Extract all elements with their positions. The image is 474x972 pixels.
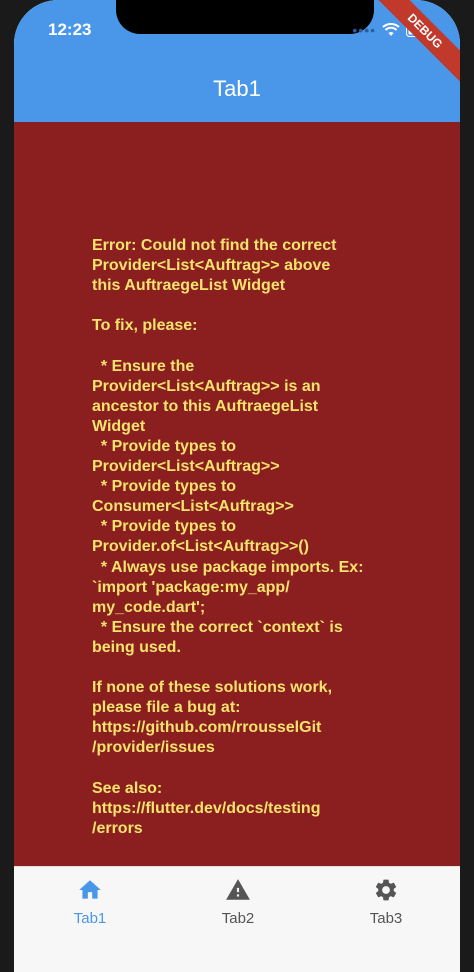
phone-screen: 12:23 •••• Tab1 DEBUG Error: Could not f… <box>14 0 460 972</box>
app-bar: 12:23 •••• Tab1 DEBUG <box>14 0 460 122</box>
tab-tab2[interactable]: Tab2 <box>198 877 278 927</box>
signal-icon: •••• <box>352 22 376 38</box>
device-notch <box>116 0 374 34</box>
tab-tab3[interactable]: Tab3 <box>346 877 426 927</box>
tab-tab1[interactable]: Tab1 <box>50 877 130 927</box>
page-title: Tab1 <box>213 76 261 101</box>
bottom-navigation-bar: Tab1 Tab2 Tab3 <box>14 866 460 972</box>
wifi-icon <box>382 23 400 36</box>
tab-label: Tab3 <box>369 910 403 927</box>
tab-label: Tab2 <box>221 910 255 927</box>
gear-icon <box>375 879 397 901</box>
tab-label: Tab1 <box>73 910 107 927</box>
warning-icon <box>226 879 250 900</box>
home-icon <box>79 880 101 899</box>
error-screen: Error: Could not find the correct Provid… <box>14 122 460 866</box>
status-time: 12:23 <box>48 20 92 39</box>
error-message: Error: Could not find the correct Provid… <box>92 237 364 837</box>
